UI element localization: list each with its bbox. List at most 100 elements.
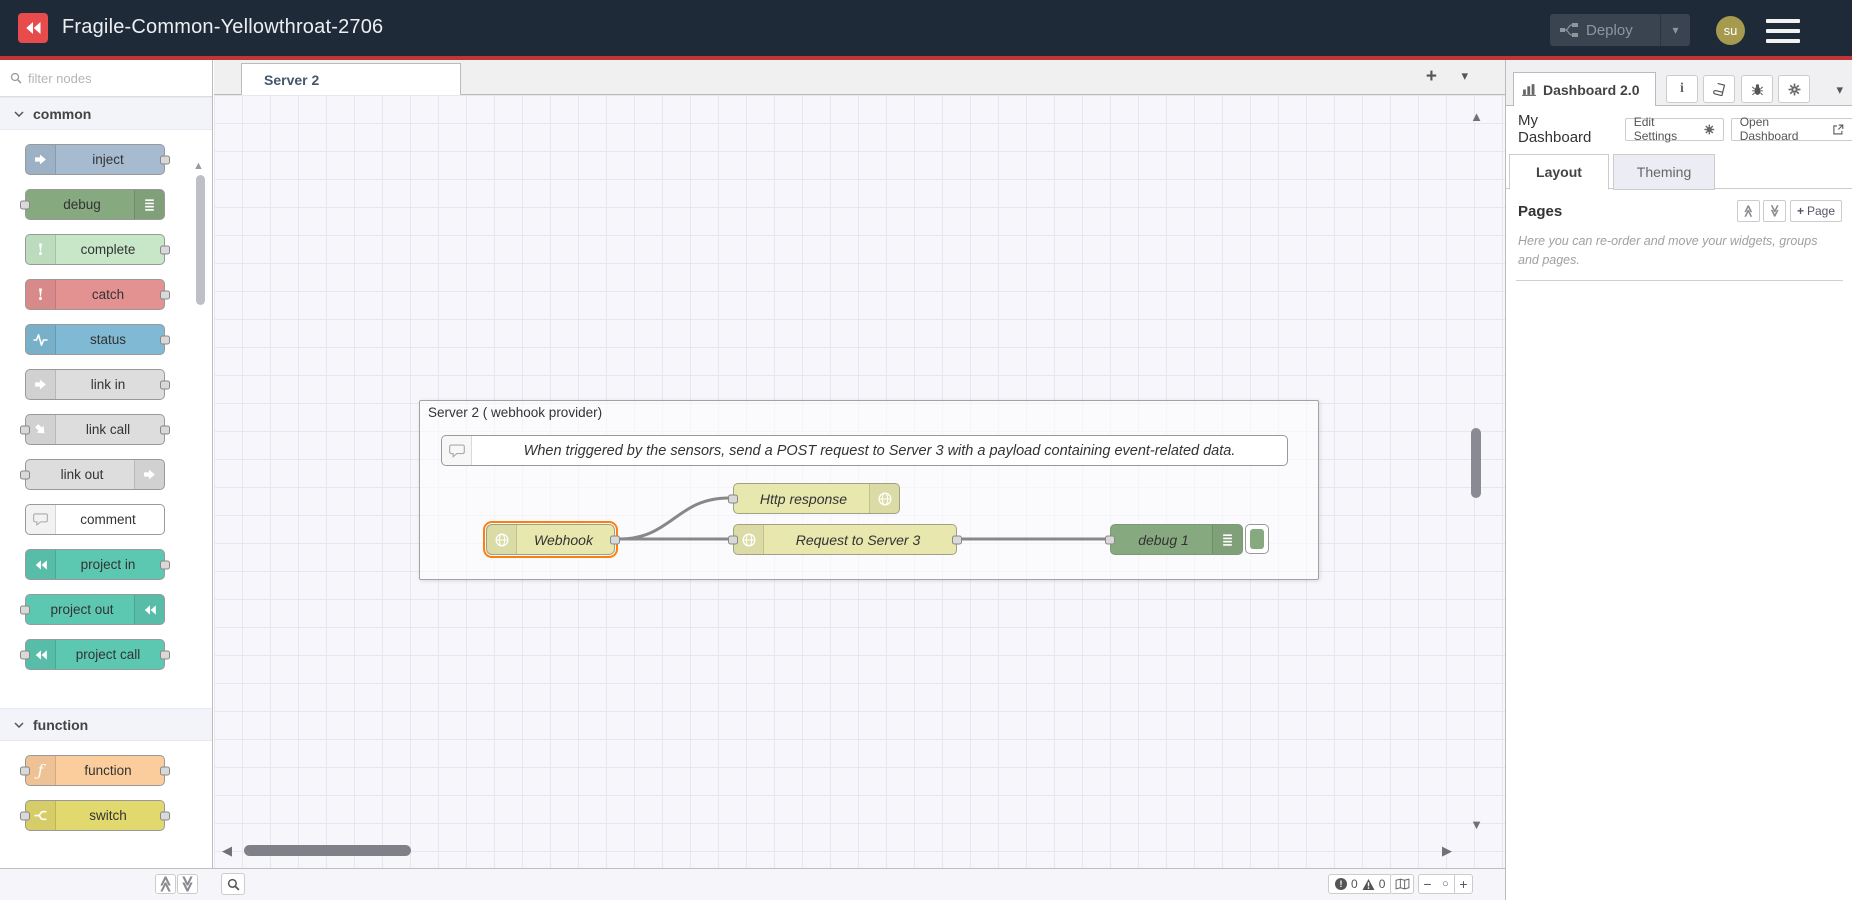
warning-icon (1362, 879, 1375, 890)
canvas-hscrollbar-thumb[interactable] (244, 845, 411, 856)
node-port[interactable] (20, 200, 30, 209)
palette-node-complete[interactable]: ! complete (25, 234, 165, 265)
comment-node[interactable]: When triggered by the sensors, send a PO… (441, 435, 1288, 466)
node-port[interactable] (160, 425, 170, 434)
node-port[interactable] (728, 494, 738, 503)
canvas-scroll-right-arrow[interactable]: ▶ (1442, 843, 1452, 859)
canvas-scroll-left-arrow[interactable]: ◀ (222, 843, 232, 859)
node-port[interactable] (610, 535, 620, 544)
palette-node-catch[interactable]: ! catch (25, 279, 165, 310)
debug-bug-button[interactable] (1741, 75, 1773, 103)
edit-settings-button[interactable]: Edit Settings (1625, 118, 1724, 141)
node-port[interactable] (20, 811, 30, 820)
node-port[interactable] (160, 245, 170, 254)
tab-theming[interactable]: Theming (1613, 154, 1715, 190)
zoom-reset-button[interactable]: ○ (1436, 874, 1455, 894)
palette-scrollbar-thumb[interactable] (196, 175, 205, 305)
user-avatar[interactable]: su (1716, 16, 1745, 45)
search-icon (227, 878, 240, 891)
sidebar-options-caret[interactable]: ▾ (1836, 82, 1843, 98)
palette-node-debug[interactable]: debug (25, 189, 165, 220)
node-port[interactable] (20, 766, 30, 775)
help-book-button[interactable] (1703, 75, 1735, 103)
tab-list-caret[interactable]: ▾ (1461, 68, 1468, 84)
palette-category-function[interactable]: function (0, 708, 212, 741)
dashboard-subtabs: Layout Theming (1506, 152, 1852, 189)
node-http-response[interactable]: Http response (733, 483, 900, 514)
palette-node-switch[interactable]: switch (25, 800, 165, 831)
navigator-map-button[interactable] (1390, 874, 1414, 894)
palette-node-project-out[interactable]: project out (25, 594, 165, 625)
palette-node-link-out[interactable]: link out (25, 459, 165, 490)
page-move-down-button[interactable]: ≪ (1763, 200, 1786, 222)
main-menu-button[interactable] (1766, 19, 1800, 43)
node-port[interactable] (160, 650, 170, 659)
node-port[interactable] (1105, 535, 1115, 544)
open-dashboard-button[interactable]: Open Dashboard (1731, 118, 1852, 141)
node-debug-1[interactable]: debug 1 (1110, 524, 1243, 555)
node-webhook[interactable]: Webhook (486, 524, 615, 555)
bar-chart-icon (1522, 83, 1537, 96)
node-port[interactable] (160, 560, 170, 569)
palette-expand-all-button[interactable]: ≪ (177, 874, 198, 894)
page-move-up-button[interactable]: ≪ (1737, 200, 1760, 222)
error-icon: ! (1335, 878, 1347, 890)
palette-node-project-call[interactable]: project call (25, 639, 165, 670)
node-port[interactable] (20, 650, 30, 659)
link-call-icon (26, 415, 56, 444)
tab-layout[interactable]: Layout (1509, 154, 1609, 190)
palette-node-inject[interactable]: inject (25, 144, 165, 175)
gear-icon (1788, 83, 1801, 96)
comment-text: When triggered by the sensors, send a PO… (442, 443, 1287, 459)
sidebar-header: Dashboard 2.0 i ▾ (1506, 60, 1852, 106)
search-icon (10, 72, 22, 84)
palette-node-link-call[interactable]: link call (25, 414, 165, 445)
add-flow-button[interactable]: + (1426, 66, 1437, 88)
canvas-search-button[interactable] (221, 873, 245, 895)
deploy-button[interactable]: Deploy ▾ (1550, 14, 1690, 46)
palette-collapse-all-button[interactable]: ≪ (155, 874, 176, 894)
deploy-options-caret[interactable]: ▾ (1660, 14, 1690, 46)
node-port[interactable] (20, 605, 30, 614)
node-port[interactable] (160, 811, 170, 820)
palette-node-comment[interactable]: comment (25, 504, 165, 535)
node-port[interactable] (160, 290, 170, 299)
node-port[interactable] (20, 425, 30, 434)
pages-title: Pages (1518, 203, 1562, 220)
debug-enable-toggle[interactable] (1245, 524, 1269, 554)
zoom-out-button[interactable]: − (1418, 874, 1437, 894)
flow-status-badge[interactable]: ! 0 0 (1328, 874, 1392, 894)
palette-node-status[interactable]: status (25, 324, 165, 355)
canvas-scroll-down-arrow[interactable]: ▼ (1470, 817, 1483, 832)
globe-icon (734, 525, 764, 554)
dashboard-header-row: My Dashboard Edit Settings Open Dashboar… (1506, 106, 1852, 152)
palette-category-common[interactable]: common (0, 97, 212, 130)
palette-node-project-in[interactable]: project in (25, 549, 165, 580)
canvas-scroll-up-arrow[interactable]: ▲ (1470, 109, 1483, 124)
node-port[interactable] (728, 535, 738, 544)
flow-canvas[interactable]: Server 2 ( webhook provider) When trigge… (214, 95, 1505, 868)
info-button[interactable]: i (1666, 75, 1698, 103)
canvas-vscrollbar-thumb[interactable] (1471, 428, 1481, 498)
palette-scroll-up-arrow[interactable]: ▲ (193, 160, 204, 172)
palette-search[interactable]: filter nodes (0, 60, 212, 97)
node-port[interactable] (160, 380, 170, 389)
node-port[interactable] (160, 335, 170, 344)
node-port[interactable] (160, 766, 170, 775)
book-icon (1713, 83, 1726, 96)
node-port[interactable] (160, 155, 170, 164)
sidebar-tab-dashboard[interactable]: Dashboard 2.0 (1513, 72, 1656, 106)
plus-icon: + (1797, 204, 1804, 218)
node-request-to-server-3[interactable]: Request to Server 3 (733, 524, 957, 555)
palette-node-link-in[interactable]: link in (25, 369, 165, 400)
node-port[interactable] (20, 470, 30, 479)
palette-node-function[interactable]: ƒ function (25, 755, 165, 786)
node-red-app: Fragile-Common-Yellowthroat-2706 Deploy … (0, 0, 1852, 900)
zoom-in-button[interactable]: + (1454, 874, 1473, 894)
node-port[interactable] (952, 535, 962, 544)
warning-count: 0 (1379, 877, 1386, 891)
flow-tab-server-2[interactable]: Server 2 (241, 63, 461, 95)
add-page-button[interactable]: + Page (1790, 200, 1842, 222)
settings-gear-button[interactable] (1778, 75, 1810, 103)
deploy-icon (1560, 23, 1578, 37)
